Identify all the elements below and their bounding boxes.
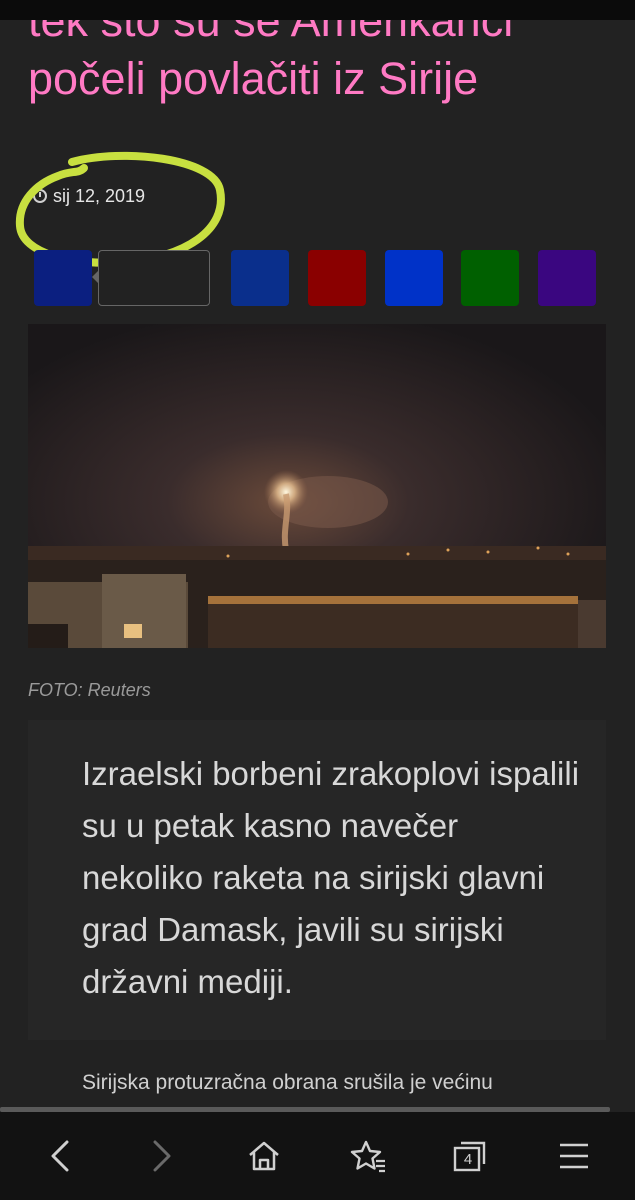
photo-caption: FOTO: Reuters [28,680,151,700]
whatsapp-share-button[interactable] [461,250,519,306]
lead-box: Izraelski borbeni zrakoplovi ispalili su… [28,720,606,1040]
body-paragraph: Sirijska protuzračna obrana srušila je v… [82,1071,493,1094]
twitter-share-button[interactable] [231,250,289,306]
share-count-box [92,250,210,306]
facebook-share-button[interactable] [34,250,92,306]
article-date-text: sij 12, 2019 [53,185,146,206]
night-strike-photo [28,324,606,648]
forward-icon [153,1140,171,1172]
article-photo [28,324,606,648]
article-headline: tek što su se Amerikanci počeli povlačit… [28,20,514,104]
tabs-button[interactable]: 4 [444,1132,496,1180]
tabs-count: 4 [463,1150,473,1168]
google-share-button[interactable] [308,250,366,306]
lead-paragraph: Izraelski borbeni zrakoplovi ispalili su… [82,755,580,1000]
status-bar [0,0,635,20]
browser-navbar: 4 [0,1112,635,1200]
back-icon [51,1140,69,1172]
home-button[interactable] [238,1132,290,1180]
share-buttons-row [0,250,635,310]
bookmarks-button[interactable] [342,1132,394,1180]
article-page: tek što su se Amerikanci počeli povlačit… [0,20,635,1112]
clock-icon [33,189,47,203]
back-button[interactable] [34,1132,86,1180]
forward-button[interactable] [136,1132,188,1180]
article-date: sij 12, 2019 [33,184,145,208]
menu-icon [560,1143,588,1169]
menu-button[interactable] [548,1132,600,1180]
linkedin-share-button[interactable] [385,250,443,306]
viber-share-button[interactable] [538,250,596,306]
bookmark-star-icon [350,1140,385,1173]
home-icon [249,1141,279,1171]
